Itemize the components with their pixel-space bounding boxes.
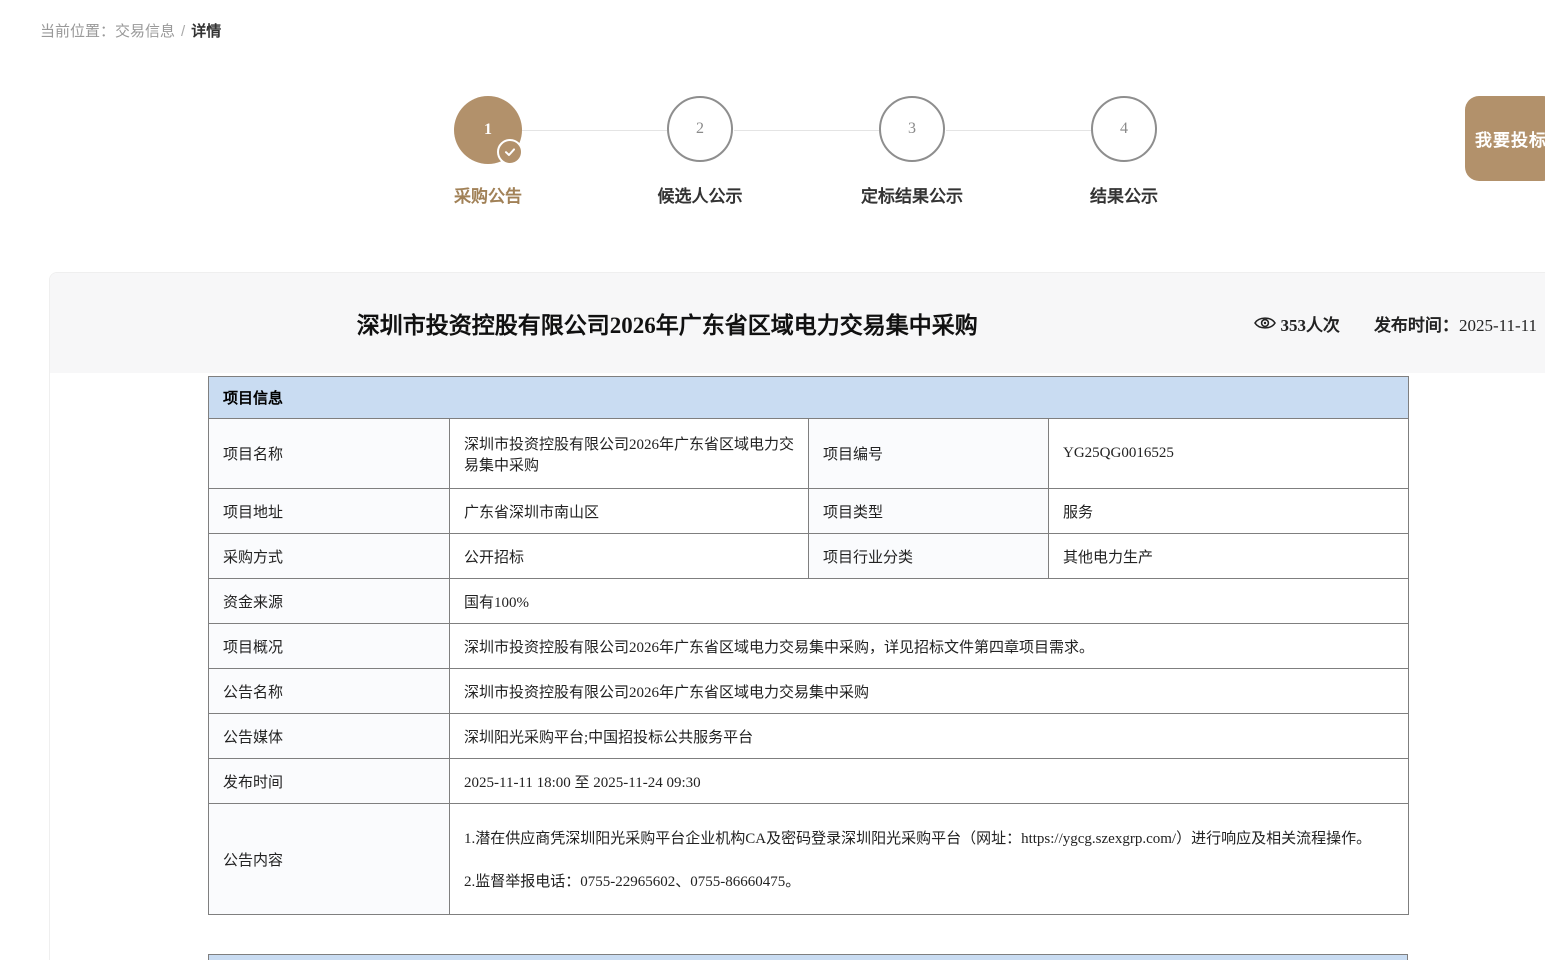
step-3-number: 3 xyxy=(908,120,916,138)
row-label: 资金来源 xyxy=(209,579,450,624)
table-row: 公告内容 1.潜在供应商凭深圳阳光采购平台企业机构CA及密码登录深圳阳光采购平台… xyxy=(209,804,1409,915)
row-value: 2025-11-11 18:00 至 2025-11-24 09:30 xyxy=(450,759,1409,804)
row-label: 采购方式 xyxy=(209,534,450,579)
publish-time-value: 2025-11-11 xyxy=(1459,316,1537,335)
step-connector xyxy=(522,130,667,131)
row-label: 项目编号 xyxy=(809,419,1049,489)
row-label: 项目概况 xyxy=(209,624,450,669)
check-icon xyxy=(497,139,523,165)
step-connector xyxy=(946,130,1091,131)
table-row: 采购方式 公开招标 项目行业分类 其他电力生产 xyxy=(209,534,1409,579)
table-row: 发布时间 2025-11-11 18:00 至 2025-11-24 09:30 xyxy=(209,759,1409,804)
announcement-content-line-1: 1.潜在供应商凭深圳阳光采购平台企业机构CA及密码登录深圳阳光采购平台（网址：h… xyxy=(464,827,1394,848)
next-section-header xyxy=(208,954,1408,960)
step-3-label[interactable]: 定标结果公示 xyxy=(802,182,1022,207)
row-value: 深圳市投资控股有限公司2026年广东省区域电力交易集中采购 xyxy=(450,669,1409,714)
step-2-circle[interactable]: 2 xyxy=(667,96,733,162)
announcement-title: 深圳市投资控股有限公司2026年广东省区域电力交易集中采购 xyxy=(50,306,1254,340)
row-label: 项目地址 xyxy=(209,489,450,534)
project-info-table: 项目信息 项目名称 深圳市投资控股有限公司2026年广东省区域电力交易集中采购 … xyxy=(208,376,1409,915)
step-1-label[interactable]: 采购公告 xyxy=(378,182,598,207)
section-header: 项目信息 xyxy=(209,377,1409,419)
step-3-circle[interactable]: 3 xyxy=(879,96,945,162)
row-value: 公开招标 xyxy=(450,534,809,579)
row-value: 深圳市投资控股有限公司2026年广东省区域电力交易集中采购，详见招标文件第四章项… xyxy=(450,624,1409,669)
row-label: 公告媒体 xyxy=(209,714,450,759)
announcement-header: 深圳市投资控股有限公司2026年广东省区域电力交易集中采购 353人次 发布时间… xyxy=(50,273,1545,373)
bid-now-button[interactable]: 我要投标 xyxy=(1465,96,1545,181)
row-label: 项目行业分类 xyxy=(809,534,1049,579)
announcement-content-line-2: 2.监督举报电话：0755-22965602、0755-86660475。 xyxy=(464,870,1394,891)
row-value: 国有100% xyxy=(450,579,1409,624)
step-4-circle[interactable]: 4 xyxy=(1091,96,1157,162)
table-section-header-row: 项目信息 xyxy=(209,377,1409,419)
announcement-card: 深圳市投资控股有限公司2026年广东省区域电力交易集中采购 353人次 发布时间… xyxy=(49,272,1545,960)
step-4-label[interactable]: 结果公示 xyxy=(1014,182,1234,207)
step-2-number: 2 xyxy=(696,120,704,138)
progress-stepper: 1 采购公告 2 候选人公示 3 定标结果公示 4 结果公示 xyxy=(0,0,1545,230)
publish-time: 发布时间：2025-11-11 xyxy=(1374,311,1537,336)
table-row: 公告媒体 深圳阳光采购平台;中国招投标公共服务平台 xyxy=(209,714,1409,759)
row-label: 项目名称 xyxy=(209,419,450,489)
table-row: 项目名称 深圳市投资控股有限公司2026年广东省区域电力交易集中采购 项目编号 … xyxy=(209,419,1409,489)
eye-icon xyxy=(1254,315,1276,331)
step-connector xyxy=(734,130,879,131)
row-label: 发布时间 xyxy=(209,759,450,804)
row-value: YG25QG0016525 xyxy=(1049,419,1409,489)
view-count-text: 353人次 xyxy=(1280,311,1340,336)
step-4-number: 4 xyxy=(1120,120,1128,138)
table-row: 项目地址 广东省深圳市南山区 项目类型 服务 xyxy=(209,489,1409,534)
row-label: 公告名称 xyxy=(209,669,450,714)
view-count: 353人次 xyxy=(1254,311,1340,336)
row-value: 1.潜在供应商凭深圳阳光采购平台企业机构CA及密码登录深圳阳光采购平台（网址：h… xyxy=(450,804,1409,915)
row-value: 深圳阳光采购平台;中国招投标公共服务平台 xyxy=(450,714,1409,759)
row-label: 项目类型 xyxy=(809,489,1049,534)
row-value: 其他电力生产 xyxy=(1049,534,1409,579)
row-value: 服务 xyxy=(1049,489,1409,534)
table-row: 项目概况 深圳市投资控股有限公司2026年广东省区域电力交易集中采购，详见招标文… xyxy=(209,624,1409,669)
publish-time-label: 发布时间： xyxy=(1374,316,1459,335)
row-label: 公告内容 xyxy=(209,804,450,915)
step-1-number: 1 xyxy=(484,121,492,139)
table-row: 资金来源 国有100% xyxy=(209,579,1409,624)
row-value: 广东省深圳市南山区 xyxy=(450,489,809,534)
table-row: 公告名称 深圳市投资控股有限公司2026年广东省区域电力交易集中采购 xyxy=(209,669,1409,714)
step-2-label[interactable]: 候选人公示 xyxy=(590,182,810,207)
row-value: 深圳市投资控股有限公司2026年广东省区域电力交易集中采购 xyxy=(450,419,809,489)
